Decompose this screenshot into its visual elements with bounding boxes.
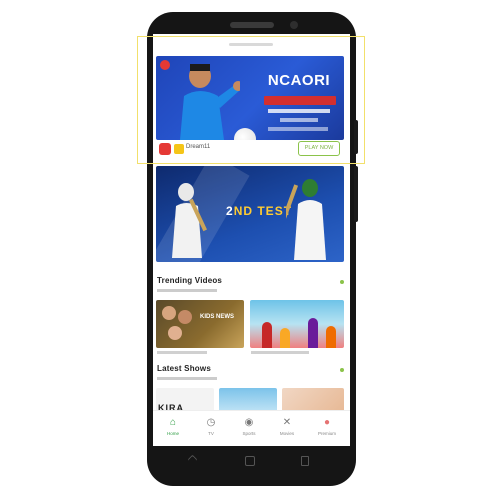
- ad-info-bar: Dream11 PLAY NOW: [156, 138, 344, 160]
- banner-title: 2ND TEST: [226, 204, 292, 218]
- person-thumbnail: [168, 326, 182, 340]
- tv-icon: ◷: [206, 417, 216, 428]
- ad-banner[interactable]: NCAORI: [156, 56, 344, 140]
- character-figure: [308, 318, 318, 348]
- power-button: [354, 120, 358, 154]
- section-indicator: [340, 280, 344, 284]
- card-meta-line: [157, 351, 207, 354]
- nav-label: Premium: [317, 431, 336, 436]
- nav-item-home[interactable]: ⌂ Home: [157, 417, 189, 443]
- nav-label: TV: [208, 431, 214, 436]
- batsman-right-image: [286, 179, 326, 260]
- nav-label: Sports: [242, 431, 256, 436]
- character-figure: [280, 328, 290, 348]
- section-subtitle-line: [157, 377, 217, 380]
- character-figure: [262, 322, 272, 348]
- card-meta-line: [251, 351, 309, 354]
- back-icon[interactable]: [187, 454, 198, 465]
- system-navigation-bar: [153, 452, 350, 470]
- home-button-icon[interactable]: [245, 456, 255, 466]
- advertiser-app-icon: [159, 143, 171, 155]
- featured-match-banner[interactable]: 2ND TEST: [156, 166, 344, 262]
- nav-item-sports[interactable]: ◉ Sports: [233, 417, 265, 443]
- banner-title-main: 2: [226, 204, 234, 218]
- sports-icon: ◉: [244, 417, 254, 428]
- nav-label: Movies: [279, 431, 295, 436]
- section-indicator: [340, 368, 344, 372]
- premium-icon: ●: [323, 417, 331, 428]
- app-screen: NCAORI Dream11 PLAY NOW 2ND TEST Trendin…: [153, 34, 350, 446]
- ad-highlight-strip: [264, 96, 336, 105]
- ad-headline: NCAORI: [267, 72, 331, 89]
- drag-handle[interactable]: [229, 43, 273, 46]
- video-card-title: KIDS NEWS: [200, 314, 235, 320]
- advertiser-name: Dream11: [186, 144, 211, 150]
- front-camera: [290, 21, 298, 29]
- nav-item-premium[interactable]: ● Premium: [311, 417, 343, 443]
- section-title: Latest Shows: [157, 364, 211, 373]
- volume-button: [354, 166, 358, 222]
- nav-item-tv[interactable]: ◷ TV: [195, 417, 227, 443]
- nav-item-movies[interactable]: ✕ Movies: [271, 417, 303, 443]
- person-thumbnail: [162, 306, 176, 320]
- recents-icon[interactable]: [301, 456, 309, 466]
- ad-badge-icon: [174, 144, 184, 154]
- character-figure: [326, 326, 336, 348]
- movies-icon: ✕: [282, 417, 292, 428]
- earpiece-speaker: [230, 22, 274, 28]
- ad-text-line: [268, 127, 328, 131]
- section-title: Trending Videos: [157, 276, 223, 285]
- ad-text-line: [268, 109, 330, 113]
- banner-title-accent: ND TEST: [233, 204, 293, 218]
- video-card[interactable]: KIDS NEWS: [156, 300, 244, 348]
- cricketer-image: [180, 64, 240, 140]
- ad-cta-button[interactable]: PLAY NOW: [298, 141, 340, 156]
- bottom-navigation: ⌂ Home ◷ TV ◉ Sports ✕ Movies ● Premium: [153, 410, 350, 446]
- person-thumbnail: [178, 310, 192, 324]
- nav-label: Home: [166, 431, 179, 436]
- home-icon: ⌂: [169, 417, 177, 428]
- batsman-left-image: [172, 183, 207, 258]
- ad-text-line: [280, 118, 318, 122]
- video-card[interactable]: [250, 300, 344, 348]
- section-subtitle-line: [157, 289, 217, 292]
- brand-logo-icon: [160, 60, 170, 70]
